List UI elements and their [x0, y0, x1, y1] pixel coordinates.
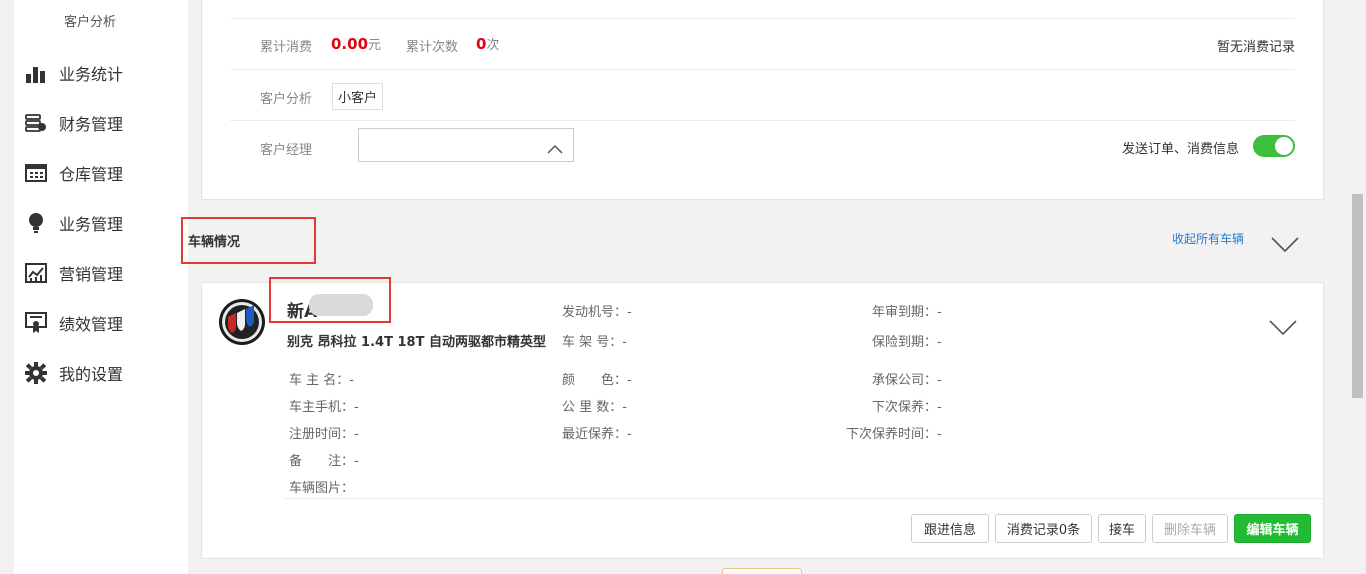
customer-analysis-row: 客户分析 小客户	[230, 70, 1295, 121]
field-engine-no: 发动机号：-	[562, 305, 632, 320]
total-spend-label: 累计消费	[260, 40, 313, 55]
page-scrollbar[interactable]	[1349, 0, 1366, 574]
scrollbar-thumb[interactable]	[1352, 194, 1363, 398]
sidebar-item-business-stats[interactable]: 业务统计	[24, 58, 123, 88]
customer-analysis-label: 客户分析	[260, 92, 313, 107]
sidebar-item-performance[interactable]: 绩效管理	[24, 308, 123, 338]
total-spend-value: 0.00	[331, 35, 369, 53]
follow-up-button[interactable]: 跟进信息	[911, 514, 989, 543]
notify-toggle[interactable]	[1253, 135, 1295, 157]
row-divider	[230, 0, 1295, 19]
sidebar-item-marketing[interactable]: 营销管理	[24, 258, 123, 288]
chevron-down-icon[interactable]	[1269, 319, 1297, 341]
field-remark: 备 注：-	[289, 454, 359, 469]
coins-icon	[24, 111, 48, 135]
vehicle-model: 别克 昂科拉 1.4T 18T 自动两驱都市精英型	[287, 335, 546, 350]
consumption-summary-row: 累计消费 0.00元 累计次数 0次 暂无消费记录	[230, 19, 1295, 70]
total-count: 0次	[476, 34, 499, 53]
customer-analysis-tag: 小客户	[332, 83, 384, 110]
field-next-service: 下次保养：-	[872, 400, 942, 415]
no-consumption-records[interactable]: 暂无消费记录	[1217, 36, 1295, 55]
toggle-knob	[1275, 137, 1293, 155]
sidebar-subitem-customer-analysis[interactable]: 客户分析	[64, 11, 116, 30]
field-insurance-due: 保险到期：-	[872, 335, 942, 350]
field-frame-no: 车 架 号：-	[562, 335, 627, 350]
field-reg-date: 注册时间：-	[289, 427, 359, 442]
sidebar-item-label: 绩效管理	[59, 315, 124, 334]
total-spend: 0.00元	[331, 34, 381, 53]
lightbulb-icon	[24, 211, 48, 235]
warehouse-icon	[24, 161, 48, 185]
pickup-button[interactable]: 接车	[1098, 514, 1146, 543]
field-last-service: 最近保养：-	[562, 427, 632, 442]
sidebar-item-warehouse[interactable]: 仓库管理	[24, 158, 123, 188]
card-divider	[284, 498, 1323, 499]
sidebar-item-label: 业务统计	[59, 65, 124, 84]
customer-manager-row: 客户经理 发送订单、消费信息	[230, 121, 1295, 172]
gear-icon	[24, 361, 48, 385]
collapse-all-vehicles-link[interactable]: 收起所有车辆	[1172, 230, 1244, 247]
sidebar-item-finance[interactable]: 财务管理	[24, 108, 123, 138]
field-mileage: 公 里 数：-	[562, 400, 627, 415]
field-inspection-due: 年审到期：-	[872, 305, 942, 320]
sidebar-item-label: 营销管理	[59, 265, 124, 284]
total-count-value: 0	[476, 35, 487, 53]
sidebar-item-label: 仓库管理	[59, 165, 124, 184]
consumption-records-button[interactable]: 消费记录0条	[995, 514, 1092, 543]
total-spend-unit: 元	[368, 38, 382, 53]
highlight-annotation	[269, 277, 391, 323]
chevron-down-icon[interactable]	[1271, 236, 1299, 258]
field-owner-phone: 车主手机：-	[289, 400, 359, 415]
sidebar-item-business-management[interactable]: 业务管理	[24, 208, 123, 238]
field-images: 车辆图片：	[289, 481, 355, 496]
chevron-up-icon	[547, 139, 563, 158]
car-brand-logo	[218, 298, 266, 350]
bar-chart-icon	[24, 61, 48, 85]
total-count-label: 累计次数	[406, 40, 459, 55]
highlight-annotation	[181, 217, 316, 264]
customer-info-panel: 累计消费 0.00元 累计次数 0次 暂无消费记录 客户分析 小客户 客户经理 …	[201, 0, 1324, 200]
sidebar-item-label: 财务管理	[59, 115, 124, 134]
field-insurer: 承保公司：-	[872, 373, 942, 388]
delete-vehicle-button[interactable]: 删除车辆	[1152, 514, 1228, 543]
customer-manager-label: 客户经理	[260, 143, 313, 158]
customer-manager-select[interactable]	[358, 128, 574, 162]
edit-vehicle-button[interactable]: 编辑车辆	[1234, 514, 1311, 543]
sidebar: 客户分析 业务统计 财务管理 仓库管理 业务管理 营销管理 绩效管理 我的设置	[14, 0, 188, 574]
sidebar-item-my-settings[interactable]: 我的设置	[24, 358, 123, 388]
total-count-unit: 次	[486, 38, 500, 53]
marketing-chart-icon	[24, 261, 48, 285]
field-next-service-date: 下次保养时间：-	[846, 427, 942, 442]
field-color: 颜 色：-	[562, 373, 632, 388]
sidebar-item-label: 业务管理	[59, 215, 124, 234]
partial-bottom-element	[722, 568, 802, 574]
sidebar-item-label: 我的设置	[59, 365, 124, 384]
notify-label: 发送订单、消费信息	[1121, 142, 1239, 157]
field-owner: 车 主 名：-	[289, 373, 354, 388]
certificate-icon	[24, 311, 48, 335]
